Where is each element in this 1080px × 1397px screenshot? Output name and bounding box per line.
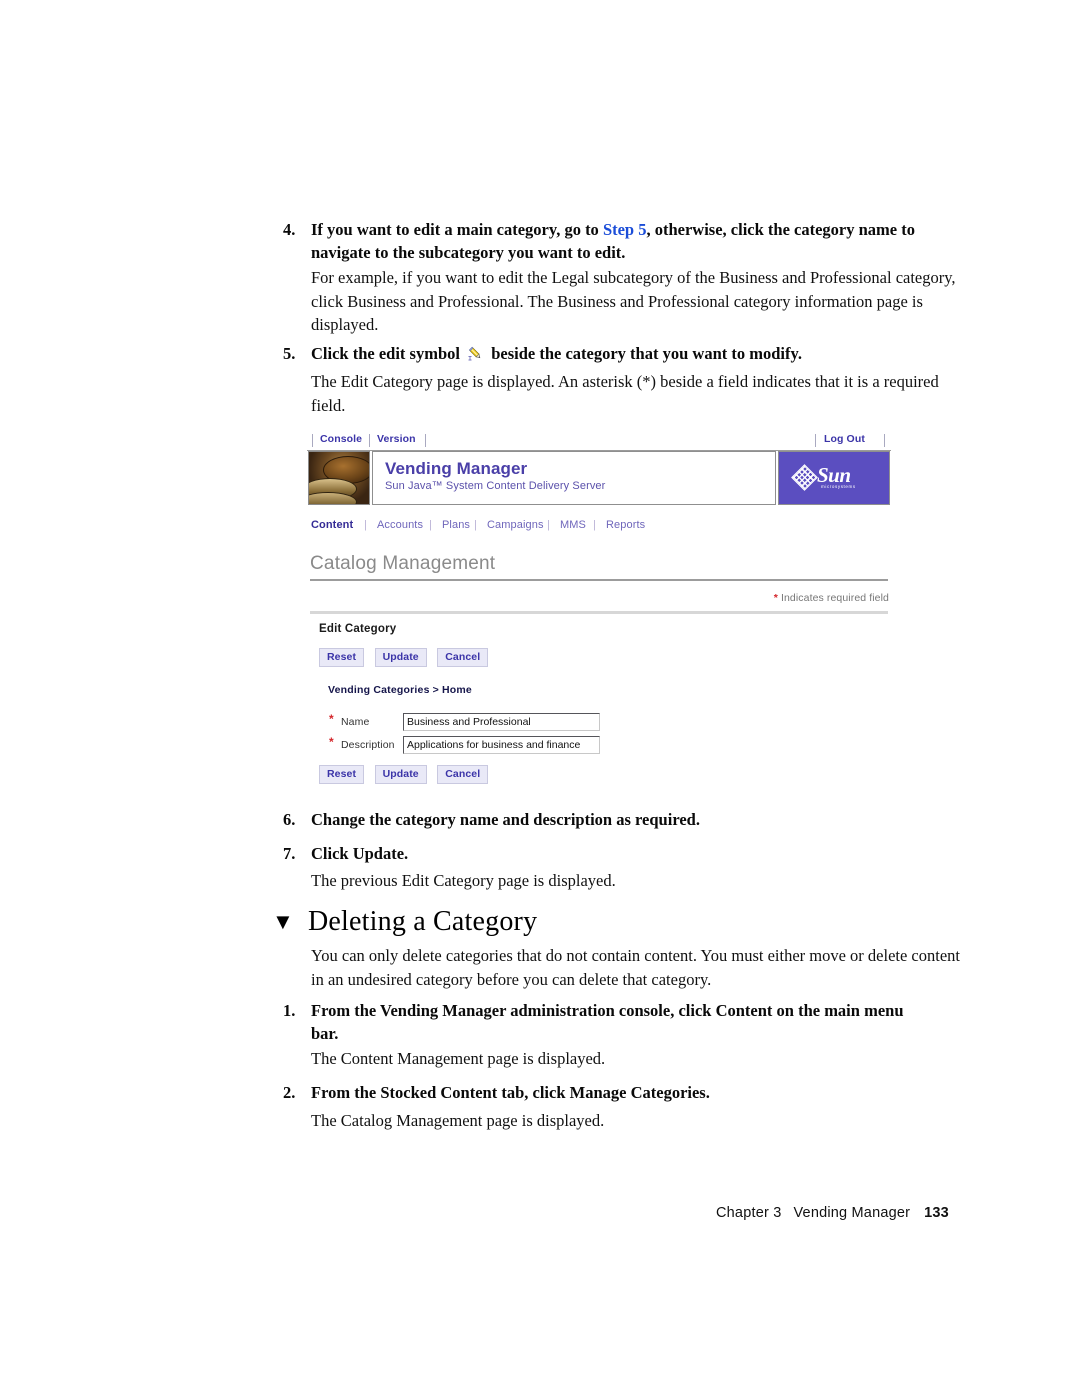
step-7-text: Click Update. (311, 844, 409, 863)
version-link[interactable]: Version (377, 433, 416, 445)
step-4: 4. If you want to edit a main category, … (283, 218, 923, 264)
step-5-text-after: beside the category that you want to mod… (487, 344, 802, 363)
step-2: 2. From the Stocked Content tab, click M… (283, 1081, 933, 1104)
step-4-text-before: If you want to edit a main category, go … (311, 220, 603, 239)
required-note-text: Indicates required field (780, 592, 889, 604)
pencil-edit-icon (467, 345, 484, 362)
required-asterisk: * (329, 735, 334, 749)
required-asterisk: * (329, 712, 334, 726)
utility-bar: Console Version Log Out (307, 431, 891, 451)
app-subtitle: Sun Java™ System Content Delivery Server (385, 480, 606, 492)
nav-item-content[interactable]: Content (311, 519, 353, 531)
nav-item-reports[interactable]: Reports (606, 519, 645, 531)
page-title: Catalog Management (310, 553, 496, 574)
update-button[interactable]: Update (374, 648, 427, 667)
breadcrumb-root[interactable]: Vending Categories (328, 684, 430, 696)
sun-diamond-icon (791, 464, 818, 491)
step-5-cross-reference-link[interactable]: Step 5 (603, 220, 647, 239)
nav-item-accounts[interactable]: Accounts (377, 519, 423, 531)
page-footer: Chapter 3 Vending Manager 133 (716, 1205, 949, 1221)
app-banner: Vending Manager Sun Java™ System Content… (307, 451, 891, 505)
step-6-number: 6. (283, 810, 296, 829)
step-1-text: From the Vending Manager administration … (311, 1001, 904, 1043)
nav-separator: | (364, 519, 367, 531)
section-heading-deleting-a-category: ▼ Deleting a Category (272, 905, 872, 939)
utility-separator (369, 434, 370, 447)
step-5-text-before: Click the edit symbol (311, 344, 465, 363)
nav-item-plans[interactable]: Plans (442, 519, 470, 531)
step-1-number: 1. (283, 1001, 296, 1020)
title-divider (310, 579, 888, 581)
name-input[interactable]: Business and Professional (403, 713, 600, 731)
paragraph-content-management: The Content Management page is displayed… (311, 1049, 606, 1068)
vending-manager-screenshot: Console Version Log Out Vending Manager … (307, 431, 891, 784)
description-input[interactable]: Applications for business and finance (403, 736, 600, 754)
section-label-edit-category: Edit Category (319, 623, 397, 635)
sun-microsystems-logo: Sun microsystems (778, 451, 890, 505)
cancel-button[interactable]: Cancel (437, 765, 489, 784)
button-row-bottom: Reset Update Cancel (319, 764, 494, 784)
main-nav-bar: Content | Accounts | Plans | Campaigns |… (307, 519, 891, 535)
step-5: 5. Click the edit symbol beside the cate… (283, 342, 923, 365)
document-page: 4. If you want to edit a main category, … (0, 0, 1080, 1397)
field-label-description: Description (341, 739, 395, 751)
coin-stack-photo (308, 451, 370, 505)
breadcrumb-separator: > (432, 684, 439, 696)
nav-item-mms[interactable]: MMS (560, 519, 586, 531)
step-6: 6. Change the category name and descript… (283, 808, 923, 831)
section-divider (310, 611, 888, 614)
section-heading-text: Deleting a Category (308, 906, 538, 937)
utility-separator (884, 434, 885, 447)
paragraph-catalog-management: The Catalog Management page is displayed… (311, 1111, 605, 1130)
step-7: 7. Click Update. (283, 842, 923, 865)
utility-separator (425, 434, 426, 447)
nav-separator: | (429, 519, 432, 531)
required-asterisk: * (773, 592, 778, 604)
nav-separator: | (547, 519, 550, 531)
nav-separator: | (593, 519, 596, 531)
step-5-text: Click the edit symbol beside the categor… (311, 342, 923, 365)
footer-chapter: Chapter 3 (716, 1205, 782, 1221)
nav-item-campaigns[interactable]: Campaigns (487, 519, 544, 531)
step-2-number: 2. (283, 1083, 296, 1102)
app-title: Vending Manager (385, 459, 528, 478)
required-field-note: * Indicates required field (774, 592, 889, 604)
reset-button[interactable]: Reset (319, 765, 365, 784)
breadcrumb: Vending Categories > Home (328, 684, 472, 696)
step-7-number: 7. (283, 844, 296, 863)
nav-separator: | (474, 519, 477, 531)
step-4-number: 4. (283, 220, 296, 239)
field-label-name: Name (341, 716, 370, 728)
app-title-box: Vending Manager Sun Java™ System Content… (372, 451, 776, 505)
paragraph-delete-intro: You can only delete categories that do n… (311, 946, 961, 989)
paragraph-example: For example, if you want to edit the Leg… (311, 268, 956, 334)
triangle-marker-icon: ▼ (272, 909, 294, 934)
paragraph-previous-page: The previous Edit Category page is displ… (311, 871, 616, 890)
step-5-number: 5. (283, 344, 296, 363)
update-button[interactable]: Update (374, 765, 427, 784)
reset-button[interactable]: Reset (319, 648, 365, 667)
log-out-link[interactable]: Log Out (824, 433, 865, 445)
step-1: 1. From the Vending Manager administrati… (283, 999, 933, 1045)
cancel-button[interactable]: Cancel (437, 648, 489, 667)
footer-page-number: 133 (924, 1205, 949, 1221)
utility-separator (312, 434, 313, 447)
breadcrumb-current: Home (441, 684, 472, 696)
console-link[interactable]: Console (320, 433, 362, 445)
step-2-text: From the Stocked Content tab, click Mana… (311, 1083, 710, 1102)
step-6-text: Change the category name and description… (311, 810, 700, 829)
paragraph-edit-page: The Edit Category page is displayed. An … (311, 372, 939, 415)
footer-chapter-title: Vending Manager (793, 1205, 911, 1221)
step-4-text: If you want to edit a main category, go … (311, 218, 923, 264)
sun-logo-micro: microsystems (821, 484, 856, 489)
utility-separator (815, 434, 816, 447)
button-row-top: Reset Update Cancel (319, 647, 494, 667)
